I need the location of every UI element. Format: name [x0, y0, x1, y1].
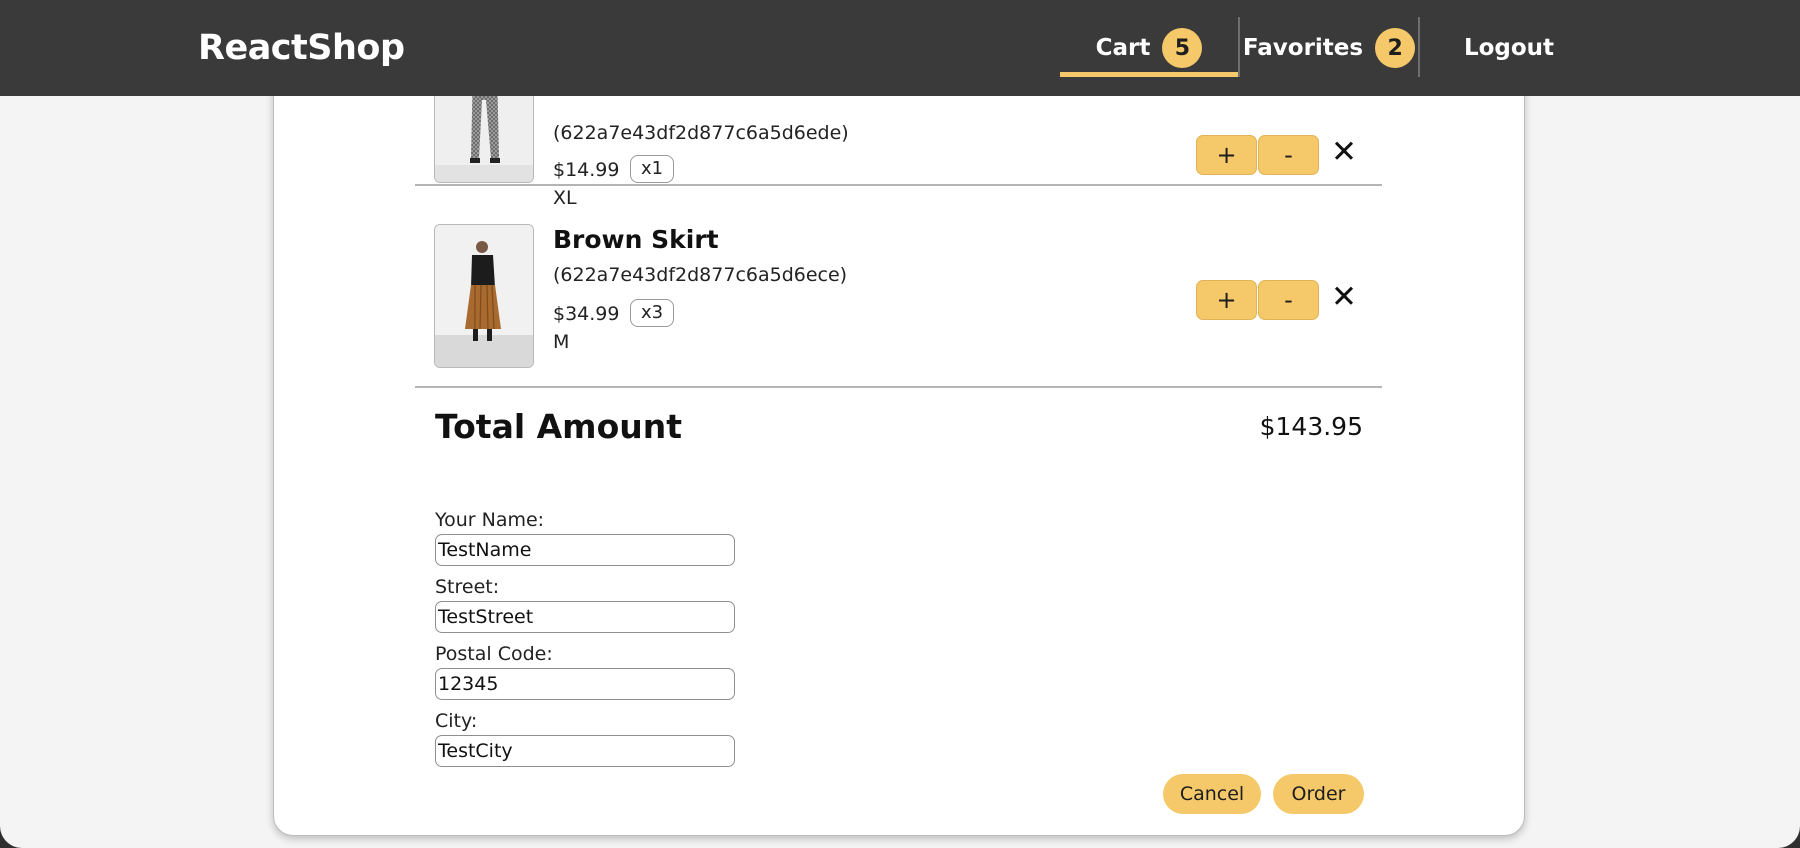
favorites-count-badge: 2: [1375, 28, 1416, 68]
nav-favorites-link[interactable]: Favorites 2: [1240, 0, 1418, 96]
nav-cart-label: Cart: [1095, 35, 1151, 61]
nav-logout-link[interactable]: Logout: [1420, 0, 1598, 96]
quantity-badge: x1: [630, 155, 675, 183]
name-input[interactable]: [435, 534, 735, 566]
top-navbar: ReactShop Cart 5 Favorites 2 Logout: [0, 0, 1800, 96]
order-button[interactable]: Order: [1273, 774, 1364, 814]
remove-item-icon[interactable]: ✕: [1331, 137, 1357, 168]
quantity-badge: x3: [630, 299, 675, 327]
cart-count-badge: 5: [1162, 28, 1203, 68]
city-label: City:: [435, 710, 478, 732]
product-id: (622a7e43df2d877c6a5d6ece): [553, 264, 848, 286]
total-amount-label: Total Amount: [435, 407, 683, 446]
name-label: Your Name:: [435, 509, 545, 531]
product-size: M: [553, 331, 570, 353]
increase-quantity-button[interactable]: +: [1196, 135, 1257, 175]
remove-item-icon[interactable]: ✕: [1331, 282, 1357, 313]
increase-quantity-button[interactable]: +: [1196, 280, 1257, 320]
nav-cart-link[interactable]: Cart 5: [1060, 0, 1238, 96]
postal-code-input[interactable]: [435, 668, 735, 700]
street-label: Street:: [435, 576, 500, 598]
product-name: Brown Skirt: [553, 225, 719, 254]
product-price: $14.99: [553, 159, 620, 181]
brand-logo[interactable]: ReactShop: [198, 28, 405, 68]
cancel-button[interactable]: Cancel: [1163, 774, 1261, 814]
skirt-photo: [435, 225, 533, 367]
product-price: $34.99: [553, 303, 620, 325]
street-input[interactable]: [435, 601, 735, 633]
product-image: [434, 224, 534, 368]
product-id: (622a7e43df2d877c6a5d6ede): [553, 122, 849, 144]
decrease-quantity-button[interactable]: -: [1258, 280, 1319, 320]
cart-card: (622a7e43df2d877c6a5d6ede) $14.99 x1 XL …: [273, 39, 1525, 836]
cart-item: Brown Skirt (622a7e43df2d877c6a5d6ece) $…: [415, 205, 1382, 388]
decrease-quantity-button[interactable]: -: [1258, 135, 1319, 175]
postal-code-label: Postal Code:: [435, 643, 553, 665]
total-amount-value: $143.95: [1259, 412, 1363, 441]
nav-favorites-label: Favorites: [1242, 35, 1364, 61]
page-viewport: (622a7e43df2d877c6a5d6ede) $14.99 x1 XL …: [0, 0, 1800, 848]
city-input[interactable]: [435, 735, 735, 767]
